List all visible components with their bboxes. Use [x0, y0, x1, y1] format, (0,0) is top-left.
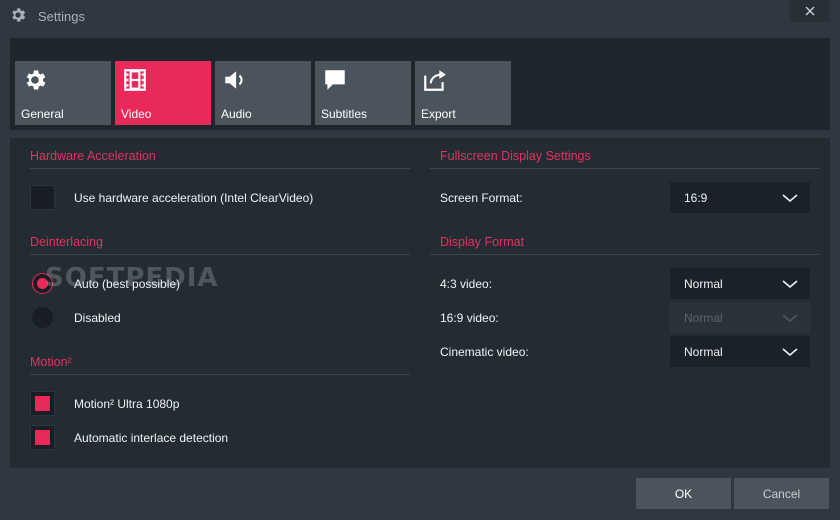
- screen-format-value: 16:9: [684, 191, 708, 205]
- video-16-9-select: Normal: [670, 302, 810, 333]
- tab-export[interactable]: Export: [415, 61, 511, 125]
- speaker-icon: [225, 71, 243, 89]
- video-4-3-value: Normal: [684, 277, 723, 291]
- motion-ultra-label: Motion² Ultra 1080p: [74, 397, 180, 411]
- deinterlacing-auto-label: Auto (best possible): [74, 277, 181, 291]
- tab-subtitles[interactable]: Subtitles: [315, 61, 411, 125]
- divider: [430, 168, 820, 169]
- screen-format-select[interactable]: 16:9: [670, 182, 810, 213]
- deinterlacing-auto-radio[interactable]: [32, 273, 53, 294]
- film-icon: [124, 69, 146, 91]
- motion-heading: Motion²: [30, 355, 72, 369]
- tab-video[interactable]: Video: [115, 61, 211, 125]
- ok-button[interactable]: OK: [636, 478, 731, 509]
- close-button[interactable]: [790, 0, 830, 22]
- tab-audio[interactable]: Audio: [215, 61, 311, 125]
- interlace-detection-label: Automatic interlace detection: [74, 431, 229, 445]
- deinterlacing-disabled-radio[interactable]: [32, 307, 53, 328]
- cinematic-video-value: Normal: [684, 345, 723, 359]
- settings-panel: Hardware Acceleration Use hardware accel…: [10, 138, 830, 468]
- deinterlacing-disabled-label: Disabled: [74, 311, 121, 325]
- chevron-down-icon: [782, 314, 798, 323]
- divider: [30, 374, 410, 375]
- deinterlacing-heading: Deinterlacing: [30, 235, 103, 249]
- cinematic-video-label: Cinematic video:: [440, 345, 529, 359]
- interlace-detection-checkbox[interactable]: [30, 425, 55, 450]
- video-16-9-label: 16:9 video:: [440, 311, 499, 325]
- divider: [30, 168, 410, 169]
- cancel-button[interactable]: Cancel: [734, 478, 829, 509]
- tab-general[interactable]: General: [15, 61, 111, 125]
- title-bar: Settings: [0, 0, 840, 32]
- fullscreen-display-heading: Fullscreen Display Settings: [440, 149, 591, 163]
- cinematic-video-select[interactable]: Normal: [670, 336, 810, 367]
- chevron-down-icon: [782, 194, 798, 203]
- hardware-acceleration-checkbox[interactable]: [30, 185, 55, 210]
- window-title: Settings: [38, 9, 85, 24]
- divider: [30, 254, 410, 255]
- video-4-3-label: 4:3 video:: [440, 277, 493, 291]
- close-icon: [805, 6, 815, 16]
- motion-ultra-checkbox[interactable]: [30, 391, 55, 416]
- tab-label: Subtitles: [321, 107, 368, 121]
- divider: [430, 254, 820, 255]
- gear-icon: [26, 70, 46, 90]
- export-icon: [424, 70, 446, 91]
- video-4-3-select[interactable]: Normal: [670, 268, 810, 299]
- tab-label: General: [21, 107, 64, 121]
- tab-strip: General Video Audio Subtitles Export: [10, 38, 830, 130]
- tab-label: Video: [121, 107, 152, 121]
- hardware-acceleration-label: Use hardware acceleration (Intel ClearVi…: [74, 191, 314, 205]
- screen-format-label: Screen Format:: [440, 191, 523, 205]
- chevron-down-icon: [782, 280, 798, 289]
- gear-icon: [12, 8, 26, 22]
- tab-label: Audio: [221, 107, 252, 121]
- hardware-acceleration-heading: Hardware Acceleration: [30, 149, 156, 163]
- display-format-heading: Display Format: [440, 235, 525, 249]
- video-16-9-value: Normal: [684, 311, 723, 325]
- speech-bubble-icon: [325, 70, 345, 90]
- tab-label: Export: [421, 107, 456, 121]
- chevron-down-icon: [782, 348, 798, 357]
